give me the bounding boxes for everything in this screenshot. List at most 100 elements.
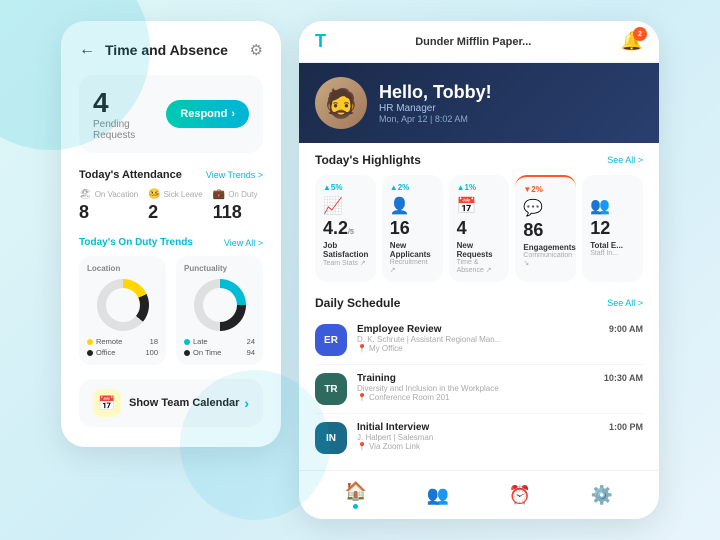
review-info: Employee Review D. K. Schrute | Assistan…: [357, 324, 599, 353]
calendar-icon: 📅: [93, 389, 121, 417]
office-label: Office: [96, 348, 115, 357]
job-sat-value: 4.2/5: [323, 218, 354, 238]
review-sub: D. K. Schrute | Assistant Regional Man..…: [357, 335, 599, 344]
training-initials: TR: [324, 384, 337, 395]
schedule-see-all[interactable]: See All >: [607, 298, 643, 308]
company-name: Dunder Mifflin Paper...: [415, 36, 531, 48]
training-sub: Diversity and Inclusion in the Workplace: [357, 384, 594, 393]
requests-label: New Requests: [457, 241, 502, 259]
late-dot: [184, 339, 190, 345]
punctuality-title: Punctuality: [184, 264, 255, 273]
respond-arrow-icon: ›: [231, 108, 235, 120]
staff-icon: 👥: [590, 196, 635, 216]
ontime-dot: [184, 350, 190, 356]
review-avatar: ER: [315, 324, 347, 356]
highlight-job-satisfaction: ▲5% 📈 4.2/5 Job Satisfaction Team Stats …: [315, 175, 376, 282]
office-dot: [87, 350, 93, 356]
training-time: 10:30 AM: [604, 373, 643, 383]
top-bar: T Dunder Mifflin Paper... 🔔 2: [299, 21, 659, 63]
nav-team[interactable]: 👥: [427, 485, 449, 506]
punctuality-donut-chart: [194, 279, 246, 331]
attendance-title: Today's Attendance: [79, 169, 182, 181]
legend-office-left: Office: [87, 348, 115, 357]
review-location: 📍My Office: [357, 344, 599, 353]
greeting-text: Hello, Tobby! HR Manager Mon, Apr 12 | 8…: [379, 82, 492, 124]
remote-dot: [87, 339, 93, 345]
training-avatar: TR: [315, 373, 347, 405]
schedule-header: Daily Schedule See All >: [315, 296, 643, 310]
highlights-see-all[interactable]: See All >: [607, 155, 643, 165]
duty-label: On Duty: [228, 190, 257, 199]
highlight-engagements: ▼2% 💬 86 Engagements Communication ↘: [515, 175, 576, 282]
nav-time[interactable]: ⏰: [509, 485, 531, 506]
requests-category: Time & Absence ↗: [457, 259, 502, 274]
notification-badge: 2: [633, 27, 647, 41]
legend-ontime: On Time 94: [184, 348, 255, 357]
highlight-applicants: ▲2% 👤 16 New Applicants Recruitment ↗: [382, 175, 443, 282]
duty-icon: 💼: [213, 189, 225, 200]
highlight-requests: ▲1% 📅 4 New Requests Time & Absence ↗: [449, 175, 510, 282]
schedule-item-training: TR Training Diversity and Inclusion in t…: [315, 365, 643, 414]
review-initials: ER: [324, 335, 338, 346]
eng-label: Engagements: [523, 243, 568, 252]
job-sat-label: Job Satisfaction: [323, 241, 368, 259]
interview-time: 1:00 PM: [609, 422, 643, 432]
donut-hole-2: [203, 288, 237, 322]
duty-count: 118: [213, 202, 242, 223]
pin-icon-3: 📍: [357, 442, 367, 451]
schedule-item-interview: IN Initial Interview J. Halpert | Salesm…: [315, 414, 643, 462]
highlights-header: Today's Highlights See All >: [315, 153, 643, 167]
staff-label: Total E...: [590, 241, 635, 250]
interview-sub: J. Halpert | Salesman: [357, 433, 599, 442]
interview-title: Initial Interview: [357, 422, 599, 433]
attendance-header: Today's Attendance View Trends >: [79, 169, 263, 181]
vacation-count: 8: [79, 202, 89, 223]
staff-badge: [590, 183, 635, 192]
attendance-duty: 💼 On Duty 118: [213, 189, 258, 223]
bottom-nav: 🏠 👥 ⏰ ⚙️: [299, 470, 659, 519]
eng-icon: 💬: [523, 198, 568, 218]
punctuality-card: Punctuality Late 24: [176, 256, 263, 365]
view-trends-link[interactable]: View Trends >: [206, 170, 263, 180]
remote-value: 18: [150, 337, 158, 346]
pin-icon: 📍: [357, 344, 367, 353]
location-donut-chart: [97, 279, 149, 331]
eng-badge: ▼2%: [523, 185, 568, 194]
nav-settings[interactable]: ⚙️: [591, 485, 613, 506]
respond-label: Respond: [180, 108, 227, 120]
requests-badge: ▲1%: [457, 183, 502, 192]
highlights-title: Today's Highlights: [315, 153, 421, 167]
schedule-title: Daily Schedule: [315, 296, 400, 310]
late-label: Late: [193, 337, 208, 346]
view-all-link[interactable]: View All >: [224, 238, 263, 248]
vacation-label: On Vacation: [95, 190, 138, 199]
gear-icon[interactable]: ⚙: [250, 41, 263, 59]
nav-home[interactable]: 🏠: [345, 481, 367, 509]
bg-decoration-2: [180, 370, 330, 520]
applicants-value: 16: [390, 218, 410, 238]
eng-category: Communication ↘: [523, 252, 568, 267]
staff-category: Staff In...: [590, 250, 635, 257]
legend-late-left: Late: [184, 337, 208, 346]
greeting-heading: Hello, Tobby!: [379, 82, 492, 103]
trends-row: Location Remote 18 O: [79, 256, 263, 365]
location-card: Location Remote 18 O: [79, 256, 166, 365]
training-location: 📍Conference Room 201: [357, 393, 594, 402]
interview-location: 📍Via Zoom Link: [357, 442, 599, 451]
settings-icon: ⚙️: [591, 485, 613, 506]
training-title: Training: [357, 373, 594, 384]
legend-late: Late 24: [184, 337, 255, 346]
staff-value: 12: [590, 218, 610, 238]
remote-label: Remote: [96, 337, 122, 346]
requests-icon: 📅: [457, 196, 502, 216]
applicants-label: New Applicants: [390, 241, 435, 259]
app-logo: T: [315, 31, 326, 52]
datetime-display: Mon, Apr 12 | 8:02 AM: [379, 114, 492, 124]
legend-ontime-left: On Time: [184, 348, 221, 357]
respond-button[interactable]: Respond ›: [166, 100, 249, 128]
review-time: 9:00 AM: [609, 324, 643, 334]
nav-active-dot: [353, 504, 358, 509]
right-panel: T Dunder Mifflin Paper... 🔔 2 🧔 Hello, T…: [299, 21, 659, 519]
eng-value: 86: [523, 220, 543, 240]
job-sat-badge: ▲5%: [323, 183, 368, 192]
